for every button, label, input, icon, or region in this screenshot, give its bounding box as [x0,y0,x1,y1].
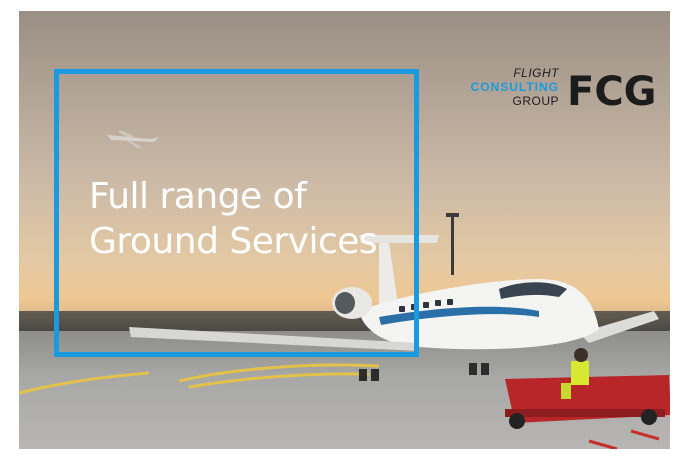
logo-consulting-text: CONSULTING [470,80,559,94]
aircraft-tug [505,348,670,429]
fcg-logo-mark: FCG [567,69,657,111]
logo-group-text: GROUP [512,94,559,108]
runway-stripes [588,429,660,449]
light-pole [451,215,454,275]
taxiway-markings [19,363,380,395]
headline-line-1: Full range of [89,176,307,217]
company-name: FLIGHT CONSULTING GROUP [449,66,559,108]
headline-line-2: Ground Services [89,221,378,262]
headline: Full range of Ground Services [89,174,378,264]
logo-flight-text: FLIGHT [513,66,559,80]
hero-banner: Full range of Ground Services FLIGHT CON… [19,11,670,449]
fcg-logo: FCG [567,67,667,111]
